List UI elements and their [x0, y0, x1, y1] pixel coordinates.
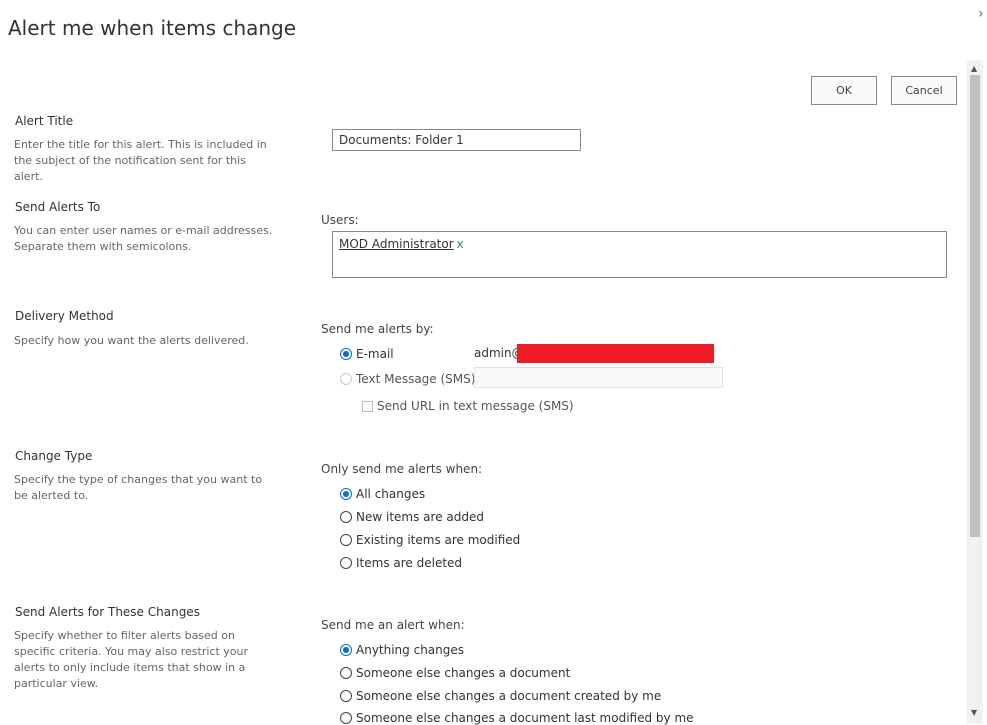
- change-type-description: Specify the type of changes that you wan…: [14, 473, 263, 502]
- radio-button[interactable]: [340, 644, 352, 656]
- send-alerts-to-description: You can enter user names or e-mail addre…: [14, 224, 273, 253]
- close-chevron-icon[interactable]: ›: [978, 6, 984, 22]
- change-option-added[interactable]: New items are added: [340, 510, 484, 524]
- sms-number-input[interactable]: [474, 367, 723, 388]
- option-label: Someone else changes a document: [356, 666, 571, 680]
- email-radio-row[interactable]: E-mail: [340, 347, 394, 361]
- remove-user-icon[interactable]: x: [457, 237, 464, 251]
- dialog-title: Alert me when items change: [8, 16, 297, 40]
- change-option-all[interactable]: All changes: [340, 487, 425, 501]
- email-radio[interactable]: [340, 348, 352, 360]
- alert-title-heading: Alert Title: [15, 114, 74, 128]
- filter-option-created-by-me[interactable]: Someone else changes a document created …: [340, 689, 661, 703]
- send-alerts-to-heading: Send Alerts To: [15, 200, 101, 214]
- delivery-label: Send me alerts by:: [321, 322, 434, 336]
- filter-option-someone-else[interactable]: Someone else changes a document: [340, 666, 570, 680]
- users-input[interactable]: MOD Administrator x: [332, 231, 947, 278]
- radio-button[interactable]: [340, 557, 352, 569]
- send-url-checkbox[interactable]: [362, 400, 373, 412]
- redacted-block: [517, 344, 714, 363]
- scrollbar[interactable]: ▲ ▼: [967, 60, 983, 724]
- radio-button[interactable]: [340, 534, 352, 546]
- radio-button[interactable]: [340, 690, 352, 702]
- filters-description: Specify whether to filter alerts based o…: [14, 629, 249, 690]
- radio-button[interactable]: [340, 712, 352, 724]
- filters-heading: Send Alerts for These Changes: [15, 605, 200, 619]
- alert-title-description: Enter the title for this alert. This is …: [14, 138, 267, 183]
- email-radio-label: E-mail: [356, 347, 394, 361]
- user-token[interactable]: MOD Administrator: [339, 237, 454, 251]
- option-label: All changes: [356, 487, 426, 501]
- filter-option-modified-by-me[interactable]: Someone else changes a document last mod…: [340, 711, 694, 725]
- option-label: Items are deleted: [356, 556, 463, 570]
- option-label: Anything changes: [356, 643, 465, 657]
- delivery-method-description: Specify how you want the alerts delivere…: [14, 334, 249, 347]
- option-label: New items are added: [356, 510, 484, 524]
- filter-option-anything[interactable]: Anything changes: [340, 643, 464, 657]
- change-type-label: Only send me alerts when:: [321, 462, 483, 476]
- scrollbar-thumb[interactable]: [970, 75, 980, 537]
- ok-button[interactable]: OK: [811, 76, 877, 105]
- cancel-button[interactable]: Cancel: [891, 76, 957, 105]
- change-type-heading: Change Type: [15, 449, 93, 463]
- radio-button[interactable]: [340, 667, 352, 679]
- change-option-deleted[interactable]: Items are deleted: [340, 556, 462, 570]
- sms-radio[interactable]: [340, 373, 352, 385]
- sms-radio-label: Text Message (SMS): [356, 372, 476, 386]
- delivery-method-heading: Delivery Method: [15, 309, 114, 323]
- radio-button[interactable]: [340, 488, 352, 500]
- alert-title-input[interactable]: Documents: Folder 1: [332, 129, 581, 151]
- change-option-modified[interactable]: Existing items are modified: [340, 533, 520, 547]
- scroll-up-arrow-icon[interactable]: ▲: [971, 64, 977, 73]
- send-url-row[interactable]: Send URL in text message (SMS): [362, 399, 574, 413]
- option-label: Existing items are modified: [356, 533, 521, 547]
- radio-button[interactable]: [340, 511, 352, 523]
- filters-label: Send me an alert when:: [321, 618, 465, 632]
- scroll-down-arrow-icon[interactable]: ▼: [971, 708, 977, 717]
- option-label: Someone else changes a document last mod…: [356, 711, 694, 725]
- option-label: Someone else changes a document created …: [356, 689, 662, 703]
- send-url-label: Send URL in text message (SMS): [377, 399, 574, 413]
- sms-radio-row[interactable]: Text Message (SMS): [340, 372, 475, 386]
- users-label: Users:: [321, 213, 359, 227]
